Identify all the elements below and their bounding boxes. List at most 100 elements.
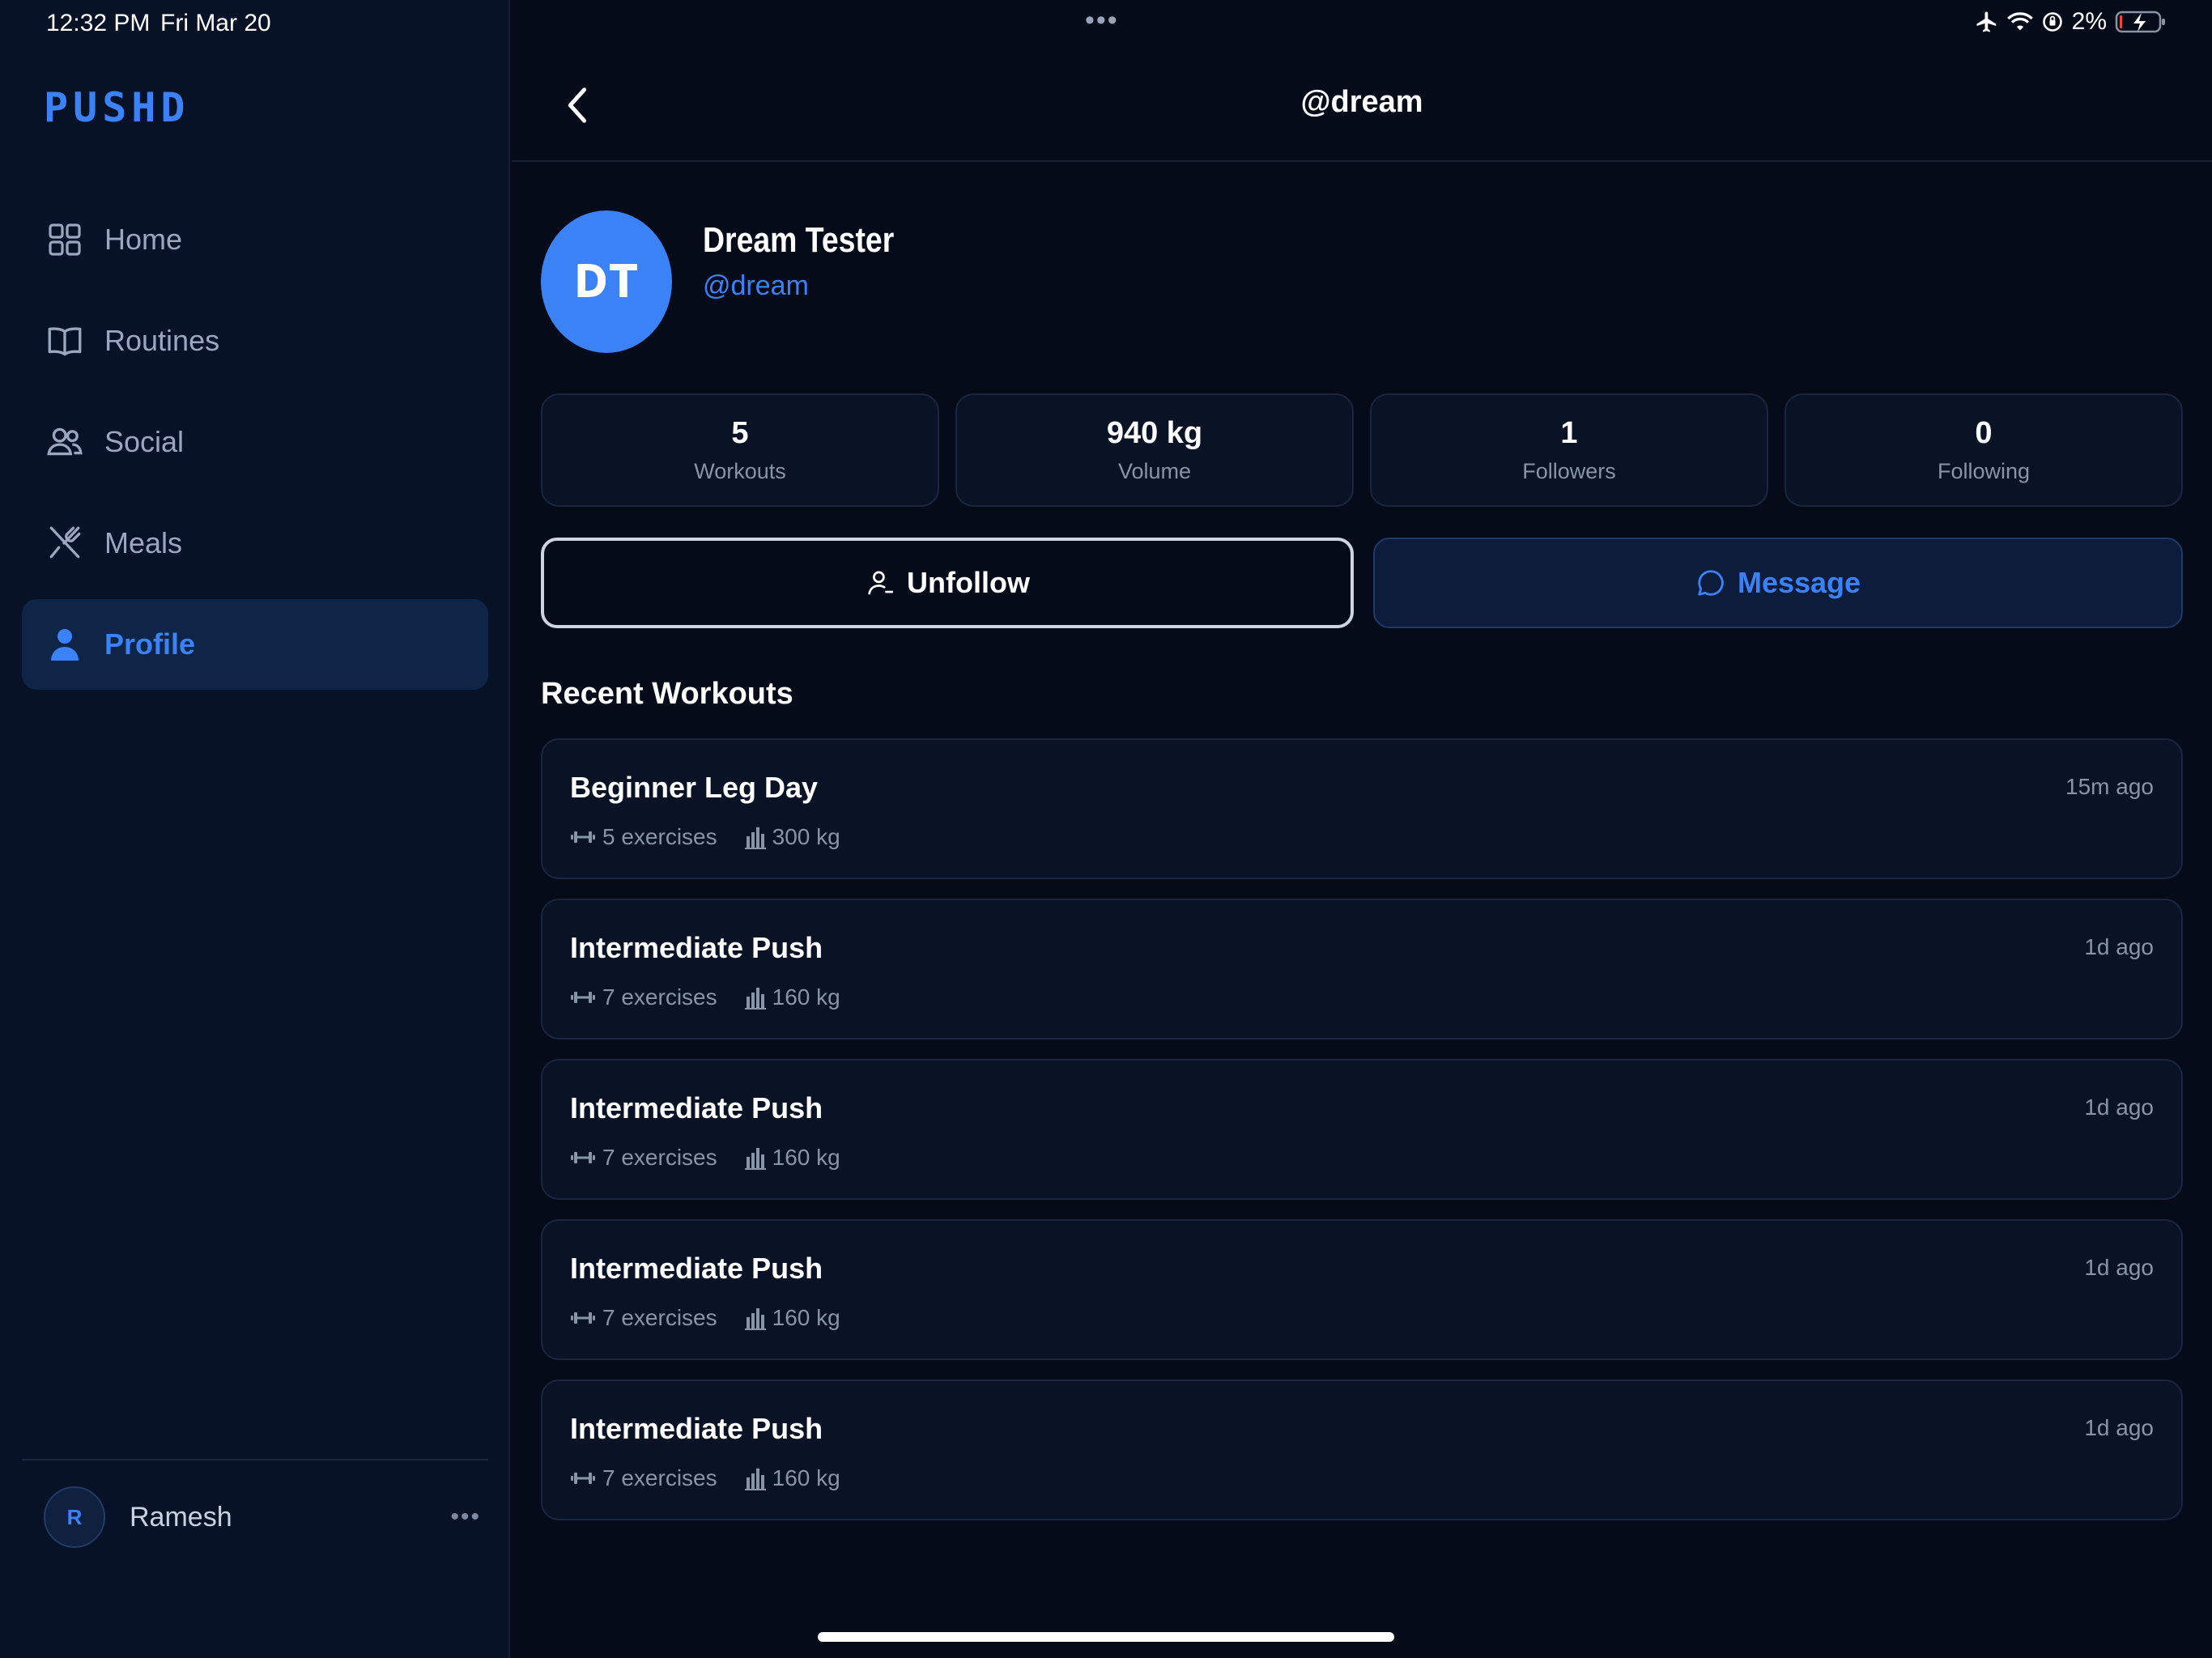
workout-volume: 300 kg [772,824,840,849]
stat-label: Following [1937,459,2031,483]
stat-following[interactable]: 0 Following [1784,393,2183,507]
current-user[interactable]: R Ramesh ••• [44,1485,481,1550]
airplane-icon [1975,10,1999,34]
workout-time: 15m ago [2065,774,2154,799]
sidebar-item-label: Meals [104,526,183,559]
workout-time: 1d ago [2084,1095,2154,1120]
workout-name: Intermediate Push [570,1091,823,1124]
message-label: Message [1737,566,1861,599]
profile-avatar: DT [541,210,672,353]
workout-meta: 7 exercises 160 kg [570,984,840,1010]
app-logo[interactable]: PUSHD [44,84,190,131]
status-bar: 12:32 PM Fri Mar 20 ••• 2% [0,0,2212,49]
status-date: Fri Mar 20 [160,10,271,36]
current-user-name: Ramesh [130,1501,232,1533]
stat-value: 940 kg [1106,416,1203,450]
recent-workouts-list: Beginner Leg Day 15m ago 5 exercises 300… [541,738,2183,1540]
dumbbell-icon [570,828,596,846]
workout-volume: 160 kg [772,984,840,1010]
page-title: @dream [1300,85,1423,119]
stat-label: Followers [1522,459,1616,483]
workout-volume: 160 kg [772,1465,840,1490]
workout-exercises: 7 exercises [602,1465,717,1490]
person-icon [43,623,87,666]
sidebar-item-meals[interactable]: Meals [22,498,488,589]
users-icon [43,420,87,464]
sidebar-item-label: Social [104,425,185,458]
dumbbell-icon [570,1149,596,1167]
unfollow-button[interactable]: Unfollow [541,538,1354,628]
sidebar-nav: Home Routines Social Meals Profile [22,194,488,700]
bar-chart-icon [744,825,766,849]
stat-value: 0 [1975,416,1993,450]
workout-name: Intermediate Push [570,1252,823,1285]
workout-card[interactable]: Intermediate Push 1d ago 7 exercises 160… [541,1219,2183,1360]
main-content: @dream DT Dream Tester @dream 5 Workouts… [512,0,2212,1658]
stat-value: 1 [1560,416,1578,450]
orientation-lock-icon [2041,11,2064,33]
status-icons: 2% [1975,8,2167,36]
bar-chart-icon [744,1466,766,1490]
dumbbell-icon [570,988,596,1006]
stat-workouts: 5 Workouts [541,393,939,507]
sidebar-item-home[interactable]: Home [22,194,488,285]
workout-exercises: 5 exercises [602,824,717,849]
workout-time: 1d ago [2084,1415,2154,1440]
dumbbell-icon [570,1469,596,1487]
message-button[interactable]: Message [1373,538,2183,628]
stat-followers[interactable]: 1 Followers [1370,393,1768,507]
sidebar-item-social[interactable]: Social [22,397,488,487]
profile-actions: Unfollow Message [541,538,2183,628]
workout-meta: 7 exercises 160 kg [570,1305,840,1331]
workout-volume: 160 kg [772,1145,840,1170]
stat-value: 5 [731,416,749,450]
workout-volume: 160 kg [772,1305,840,1330]
multitasking-dots-icon[interactable]: ••• [1085,5,1119,36]
workout-card[interactable]: Beginner Leg Day 15m ago 5 exercises 300… [541,738,2183,879]
stat-label: Volume [1117,459,1192,483]
sidebar-item-profile[interactable]: Profile [22,599,488,690]
workout-card[interactable]: Intermediate Push 1d ago 7 exercises 160… [541,1380,2183,1520]
battery-percent: 2% [2071,8,2107,35]
sidebar-item-label: Routines [104,324,220,357]
workout-meta: 7 exercises 160 kg [570,1465,840,1491]
profile-stats: 5 Workouts 940 kg Volume 1 Followers 0 F… [541,393,2183,507]
sidebar-item-label: Home [104,223,183,256]
grid-icon [43,218,87,261]
wifi-icon [2006,11,2033,33]
sidebar: PUSHD Home Routines Social Meals Profile… [0,0,510,1658]
workout-exercises: 7 exercises [602,1145,717,1170]
unfollow-label: Unfollow [907,566,1030,599]
workout-exercises: 7 exercises [602,984,717,1010]
workout-time: 1d ago [2084,934,2154,959]
bar-chart-icon [744,985,766,1010]
workout-time: 1d ago [2084,1255,2154,1280]
workout-meta: 5 exercises 300 kg [570,824,840,850]
sidebar-divider [22,1459,488,1460]
workout-exercises: 7 exercises [602,1305,717,1330]
workout-card[interactable]: Intermediate Push 1d ago 7 exercises 160… [541,1059,2183,1200]
battery-charging-icon [2115,9,2167,35]
workout-name: Intermediate Push [570,931,823,964]
stat-label: Workouts [694,459,786,483]
status-time: 12:32 PM [46,10,151,36]
page-header: @dream [512,49,2212,162]
book-icon [43,319,87,363]
workout-meta: 7 exercises 160 kg [570,1145,840,1171]
profile-handle: @dream [703,270,809,301]
utensils-icon [43,521,87,565]
avatar: R [44,1486,105,1548]
profile-name: Dream Tester [703,220,895,260]
stat-volume: 940 kg Volume [955,393,1354,507]
dumbbell-icon [570,1309,596,1327]
home-indicator[interactable] [818,1632,1394,1642]
workout-card[interactable]: Intermediate Push 1d ago 7 exercises 160… [541,899,2183,1039]
sidebar-item-label: Profile [104,627,196,661]
bar-chart-icon [744,1306,766,1330]
workout-name: Beginner Leg Day [570,771,819,804]
sidebar-item-routines[interactable]: Routines [22,295,488,386]
workout-name: Intermediate Push [570,1412,823,1445]
user-minus-icon [865,568,895,598]
recent-workouts-title: Recent Workouts [541,677,793,711]
more-options-icon[interactable]: ••• [450,1503,481,1531]
